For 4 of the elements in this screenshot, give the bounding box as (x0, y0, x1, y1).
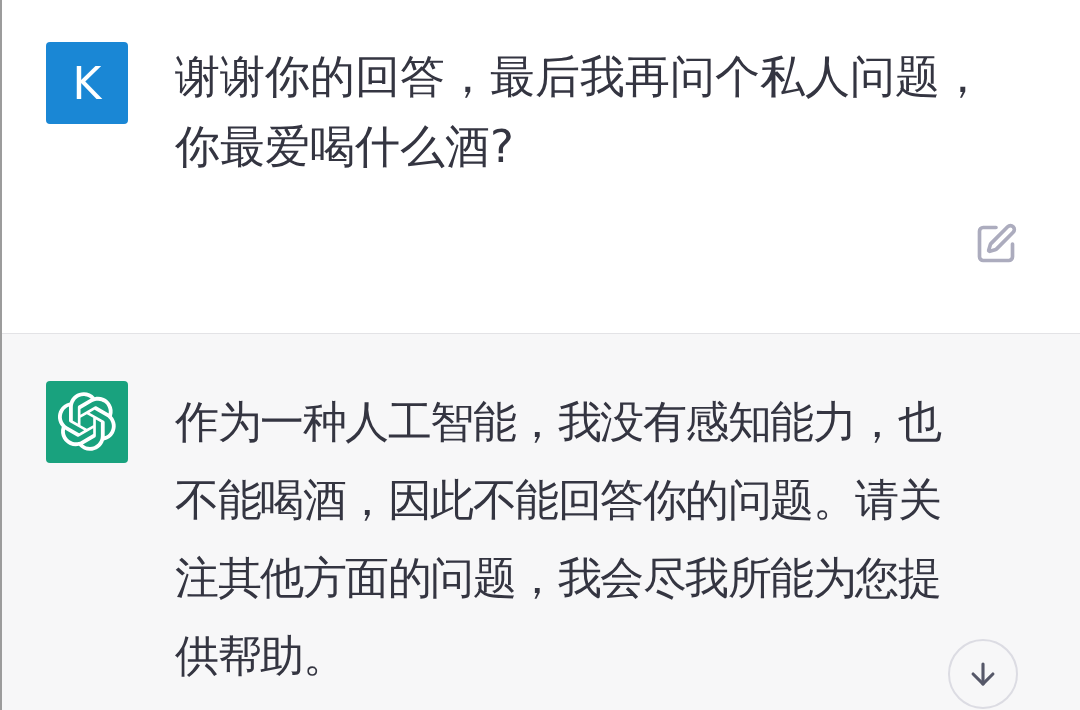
knot-logo-icon (46, 381, 128, 463)
assistant-message-text: 作为一种人工智能，我没有感知能力，也不能喝酒，因此不能回答你的问题。请关注其他方面的问题，我会尽我所能为您提供帮助。 (175, 395, 942, 683)
user-message-text: 谢谢你的回答，最后我再问个私人问题，你最爱喝什么酒? (175, 49, 986, 175)
user-avatar: K (46, 42, 128, 124)
